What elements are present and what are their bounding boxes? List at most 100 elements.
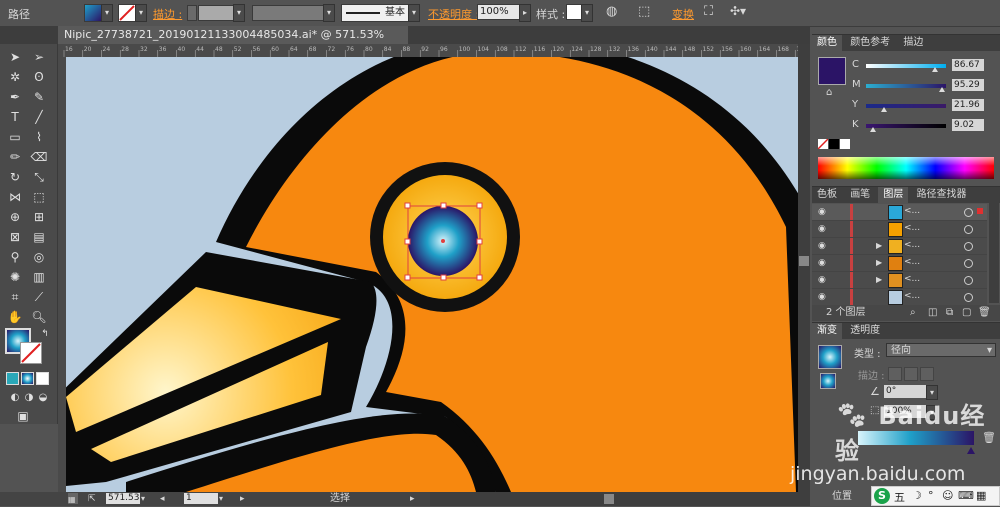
tab-brushes[interactable]: 画笔 [845,187,875,203]
ime-moon-icon[interactable]: ☽ [912,489,922,502]
layer-row[interactable]: ◉ ▶ <... [812,238,987,255]
paintbrush-tool-icon[interactable]: ⌇ [30,128,48,146]
artboard-nav-icon[interactable]: ▦ [68,493,78,504]
tab-stroke[interactable]: 描边 [898,35,928,51]
visibility-eye-icon[interactable]: ◉ [818,207,828,217]
artboard-dropdown-icon[interactable]: ▾ [219,492,223,506]
variable-width-profile[interactable] [252,5,324,21]
tab-color[interactable]: 颜色 [812,35,842,51]
ime-menu-icon[interactable]: ▦ [976,489,986,502]
selected-art-indicator[interactable] [977,208,983,214]
swap-fill-stroke-icon[interactable]: ↰ [36,325,54,343]
column-graph-tool-icon[interactable]: ▥ [30,268,48,286]
channel-value-y[interactable]: 21.96 [952,99,984,111]
eraser-tool-icon[interactable]: ⌫ [30,148,48,166]
channel-value-m[interactable]: 95.29 [952,79,984,91]
screen-mode-icon[interactable]: ▣ [14,407,32,425]
shape-builder-tool-icon[interactable]: ⊕ [6,208,24,226]
target-circle-icon[interactable] [964,293,973,302]
visibility-eye-icon[interactable]: ◉ [818,275,828,285]
stroke-weight-stepper[interactable] [187,5,197,21]
channel-value-c[interactable]: 86.67 [952,59,984,71]
target-circle-icon[interactable] [964,242,973,251]
stroke-dropdown[interactable]: ▾ [135,4,147,22]
ime-emoji-icon[interactable]: ☺ [942,489,953,502]
layer-row[interactable]: ◉ <... [812,289,987,306]
rotate-tool-icon[interactable]: ↻ [6,168,24,186]
visibility-eye-icon[interactable]: ◉ [818,241,828,251]
tab-transparency[interactable]: 透明度 [845,323,885,339]
gradient-preview-swatch[interactable] [818,345,842,369]
channel-slider-knob[interactable] [939,87,946,92]
tab-gradient[interactable]: 渐变 [812,323,842,339]
expand-arrow-icon[interactable]: ▶ [876,258,882,267]
brush-definition[interactable]: 基本 [341,4,409,22]
hand-tool-icon[interactable]: ✋ [6,308,24,326]
style-dropdown[interactable]: ▾ [581,4,593,22]
stroke-swatch[interactable] [118,4,136,22]
stroke-weight-dropdown[interactable]: ▾ [233,4,245,22]
layer-name[interactable]: <... [904,291,920,301]
layer-name[interactable]: <... [904,240,920,250]
vertical-scrollbar[interactable] [798,44,810,492]
channel-slider-m[interactable] [866,84,946,92]
isolate-icon[interactable]: ⛶ [704,4,713,19]
zoom-tool-icon[interactable]: 🔍︎ [30,308,48,326]
new-sublayer-icon[interactable]: ⧉ [946,305,953,321]
magic-wand-tool-icon[interactable]: ✲ [6,68,24,86]
zoom-dropdown-icon[interactable]: ▾ [141,492,145,506]
tab-layers[interactable]: 图层 [878,187,909,203]
layer-row[interactable]: ◉ ▶ <... [812,272,987,289]
rectangle-tool-icon[interactable]: ▭ [6,128,24,146]
ime-punct-icon[interactable]: ° [928,489,934,502]
layer-row[interactable]: ◉ ▶ <... [812,255,987,272]
layer-row[interactable]: ◉ <... [812,221,987,238]
layers-scrollbar[interactable] [989,203,999,303]
tab-color-guide[interactable]: 颜色参考 [845,35,895,51]
channel-slider-y[interactable] [866,104,946,112]
line-tool-icon[interactable]: ╱ [30,108,48,126]
locate-object-icon[interactable]: ⌕ [910,305,916,321]
lasso-tool-icon[interactable]: ʘ [30,68,48,86]
channel-slider-k[interactable] [866,124,946,132]
stroke-gradient-across-button[interactable] [920,367,934,381]
none-color-swatch[interactable] [817,138,829,150]
white-swatch[interactable] [840,139,850,149]
stroke-color-indicator[interactable] [20,342,42,364]
layer-name[interactable]: <... [904,223,920,233]
channel-slider-knob[interactable] [870,127,877,132]
artboard-number-input[interactable]: 1 [184,493,218,504]
target-circle-icon[interactable] [964,276,973,285]
visibility-eye-icon[interactable]: ◉ [818,292,828,302]
opacity-input[interactable]: 100% [477,4,521,20]
gradient-type-select[interactable]: 径向 ▾ [886,343,996,357]
visibility-eye-icon[interactable]: ◉ [818,258,828,268]
none-mode-button[interactable] [36,372,49,385]
pencil-tool-icon[interactable]: ✏ [6,148,24,166]
free-transform-tool-icon[interactable]: ⬚ [30,188,48,206]
mesh-tool-icon[interactable]: ⊠ [6,228,24,246]
align-icon[interactable]: ⬚ [638,4,650,19]
target-circle-icon[interactable] [964,259,973,268]
horizontal-scrollbar[interactable] [430,492,810,506]
tab-swatches[interactable]: 色板 [812,187,842,203]
channel-slider-knob[interactable] [932,67,939,72]
color-spectrum[interactable] [818,157,994,179]
status-menu-icon[interactable]: ▸ [410,492,415,506]
expand-arrow-icon[interactable]: ▶ [876,275,882,284]
stroke-gradient-within-button[interactable] [888,367,902,381]
gradient-tool-icon[interactable]: ▤ [30,228,48,246]
opacity-label[interactable]: 不透明度 : [428,6,479,22]
vertical-scroll-thumb[interactable] [799,256,809,266]
transform-label[interactable]: 变换 [672,6,694,22]
horizontal-scroll-thumb[interactable] [604,494,614,504]
ime-mode-icon[interactable]: 五 [894,489,905,505]
width-tool-icon[interactable]: ⋈ [6,188,24,206]
ime-toolbar[interactable]: S 五 ☽ ° ☺ ⌨ ▦ [871,486,1000,506]
artboard-tool-icon[interactable]: ⌗ [6,288,24,306]
recolor-icon[interactable]: ◍ [606,4,617,19]
options-menu-icon[interactable]: ✣▾ [730,4,746,18]
graphic-style-swatch[interactable] [566,4,582,20]
symbol-sprayer-tool-icon[interactable]: ✺ [6,268,24,286]
next-artboard-icon[interactable]: ▸ [240,492,245,506]
